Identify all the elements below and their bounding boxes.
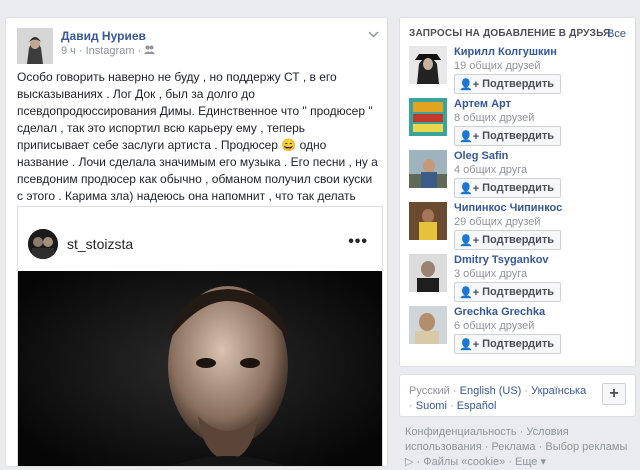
confirm-button[interactable]: 👤+ Подтвердить: [454, 334, 562, 354]
mutual-friends[interactable]: 29 общих друзей: [454, 216, 541, 228]
language-list: Русский · English (US) · Українська · Su…: [409, 385, 587, 412]
friend-avatar[interactable]: [409, 254, 447, 292]
instagram-photo[interactable]: [18, 271, 382, 466]
friend-requests-panel: ЗАПРОСЫ НА ДОБАВЛЕНИЕ В ДРУЗЬЯ Все Кирил…: [399, 17, 636, 367]
language-link-suomi[interactable]: Suomi: [416, 400, 447, 412]
friend-request-item: Oleg Safin 4 общих друга 👤+ Подтвердить: [409, 150, 629, 198]
mutual-friends[interactable]: 19 общих друзей: [454, 60, 541, 72]
instagram-embed[interactable]: st_stoizsta •••: [17, 206, 383, 466]
mutual-friends[interactable]: 6 общих друзей: [454, 320, 534, 332]
instagram-username[interactable]: st_stoizsta: [67, 236, 133, 252]
friend-name[interactable]: Oleg Safin: [454, 150, 508, 162]
add-language-button[interactable]: +: [602, 383, 626, 405]
friend-name[interactable]: Dmitry Tsygankov: [454, 254, 549, 266]
post-meta: 9 ч · Instagram ·: [61, 45, 156, 57]
confirm-button[interactable]: 👤+ Подтвердить: [454, 126, 562, 146]
friend-request-item: Чипинкос Чипинкос 29 общих друзей 👤+ Подт…: [409, 202, 629, 250]
confirm-button[interactable]: 👤+ Подтвердить: [454, 74, 562, 94]
footer-links[interactable]: Конфиденциальность · Условия использован…: [405, 425, 637, 470]
add-friend-icon: 👤+: [459, 78, 480, 91]
confirm-button[interactable]: 👤+ Подтвердить: [454, 178, 562, 198]
friend-request-item: Grechka Grechka 6 общих друзей 👤+ Подтвер…: [409, 306, 629, 354]
mutual-friends[interactable]: 8 общих друзей: [454, 112, 534, 124]
friend-avatar[interactable]: [409, 202, 447, 240]
mutual-friends[interactable]: 4 общих друга: [454, 164, 527, 176]
post-options-chevron-icon[interactable]: [368, 29, 379, 41]
add-friend-icon: 👤+: [459, 234, 480, 247]
friend-request-item: Артем Арт 8 общих друзей 👤+ Подтвердить: [409, 98, 629, 146]
instagram-more-icon[interactable]: •••: [348, 233, 368, 251]
language-link-english[interactable]: English (US): [460, 385, 522, 397]
see-all-link[interactable]: Все: [607, 28, 626, 40]
friend-avatar[interactable]: [409, 306, 447, 344]
language-link-ukrainian[interactable]: Українська: [531, 385, 586, 397]
friend-avatar[interactable]: [409, 150, 447, 188]
current-language: Русский: [409, 385, 450, 397]
friend-request-item: Кирилл Колгушкин 19 общих друзей 👤+ Подтв…: [409, 46, 629, 94]
add-friend-icon: 👤+: [459, 182, 480, 195]
confirm-button[interactable]: 👤+ Подтвердить: [454, 282, 562, 302]
friend-name[interactable]: Grechka Grechka: [454, 306, 545, 318]
friend-requests-title: ЗАПРОСЫ НА ДОБАВЛЕНИЕ В ДРУЗЬЯ: [409, 28, 611, 39]
post-author-name[interactable]: Давид Нуриев: [61, 29, 146, 43]
post-source[interactable]: Instagram: [86, 45, 135, 57]
add-friend-icon: 👤+: [459, 338, 480, 351]
mutual-friends[interactable]: 3 общих друга: [454, 268, 527, 280]
add-friend-icon: 👤+: [459, 130, 480, 143]
friend-avatar[interactable]: [409, 98, 447, 136]
friend-name[interactable]: Кирилл Колгушкин: [454, 46, 557, 58]
add-friend-icon: 👤+: [459, 286, 480, 299]
confirm-button[interactable]: 👤+ Подтвердить: [454, 230, 562, 250]
language-selector: Русский · English (US) · Українська · Su…: [399, 374, 636, 417]
news-feed-post: Давид Нуриев 9 ч · Instagram · Особо гов…: [5, 17, 388, 467]
friend-request-item: Dmitry Tsygankov 3 общих друга 👤+ Подтвер…: [409, 254, 629, 302]
friend-name[interactable]: Артем Арт: [454, 98, 511, 110]
friend-avatar[interactable]: [409, 46, 447, 84]
author-avatar[interactable]: [17, 28, 53, 64]
instagram-profile-avatar[interactable]: [28, 229, 58, 259]
audience-friends-icon[interactable]: [144, 45, 156, 57]
friend-name[interactable]: Чипинкос Чипинкос: [454, 202, 562, 214]
language-link-espanol[interactable]: Español: [457, 400, 497, 412]
post-time[interactable]: 9 ч: [61, 45, 76, 57]
